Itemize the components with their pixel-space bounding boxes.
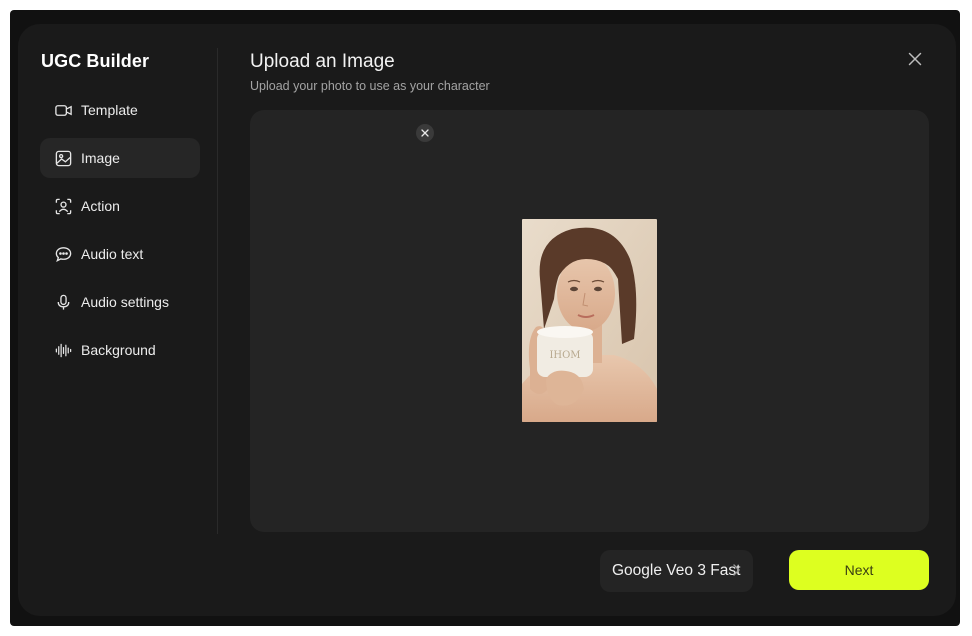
sidebar-item-label: Background bbox=[81, 342, 156, 358]
page-subtitle: Upload your photo to use as your charact… bbox=[250, 79, 490, 93]
close-button[interactable] bbox=[904, 48, 926, 70]
close-icon bbox=[421, 129, 429, 137]
model-selector-button[interactable]: Google Veo 3 Fast bbox=[600, 550, 753, 592]
close-icon bbox=[908, 52, 922, 66]
sidebar-item-audio-settings[interactable]: Audio settings bbox=[40, 282, 200, 322]
waveform-icon bbox=[53, 340, 73, 360]
jar-label: IHOM bbox=[549, 350, 580, 361]
page-title: Upload an Image bbox=[250, 51, 395, 72]
microphone-icon bbox=[53, 292, 73, 312]
sidebar-item-label: Template bbox=[81, 102, 138, 118]
image-upload-area[interactable]: IHOM bbox=[250, 110, 929, 532]
remove-image-button[interactable] bbox=[416, 124, 434, 142]
ugc-builder-modal: UGC Builder Template Image Action Audio … bbox=[18, 24, 956, 616]
sidebar-item-template[interactable]: Template bbox=[40, 90, 200, 130]
sidebar-item-label: Audio text bbox=[81, 246, 144, 262]
video-icon bbox=[53, 100, 73, 120]
sidebar-item-image[interactable]: Image bbox=[40, 138, 200, 178]
person-scan-icon bbox=[53, 196, 73, 216]
next-button[interactable]: Next bbox=[789, 550, 929, 590]
chevron-right-icon bbox=[733, 564, 740, 576]
sidebar-item-label: Audio settings bbox=[81, 294, 169, 310]
sidebar-item-action[interactable]: Action bbox=[40, 186, 200, 226]
sidebar-nav: Template Image Action Audio text Audio s… bbox=[40, 90, 200, 378]
uploaded-image-preview: IHOM bbox=[522, 219, 657, 422]
sidebar-divider bbox=[217, 48, 218, 534]
chat-bubble-icon bbox=[53, 244, 73, 264]
sidebar-item-background[interactable]: Background bbox=[40, 330, 200, 370]
sidebar-item-audio-text[interactable]: Audio text bbox=[40, 234, 200, 274]
sidebar-item-label: Image bbox=[81, 150, 120, 166]
app-title: UGC Builder bbox=[41, 51, 150, 71]
sidebar-item-label: Action bbox=[81, 198, 120, 214]
image-icon bbox=[53, 148, 73, 168]
model-label: Google Veo 3 Fast bbox=[612, 562, 741, 579]
